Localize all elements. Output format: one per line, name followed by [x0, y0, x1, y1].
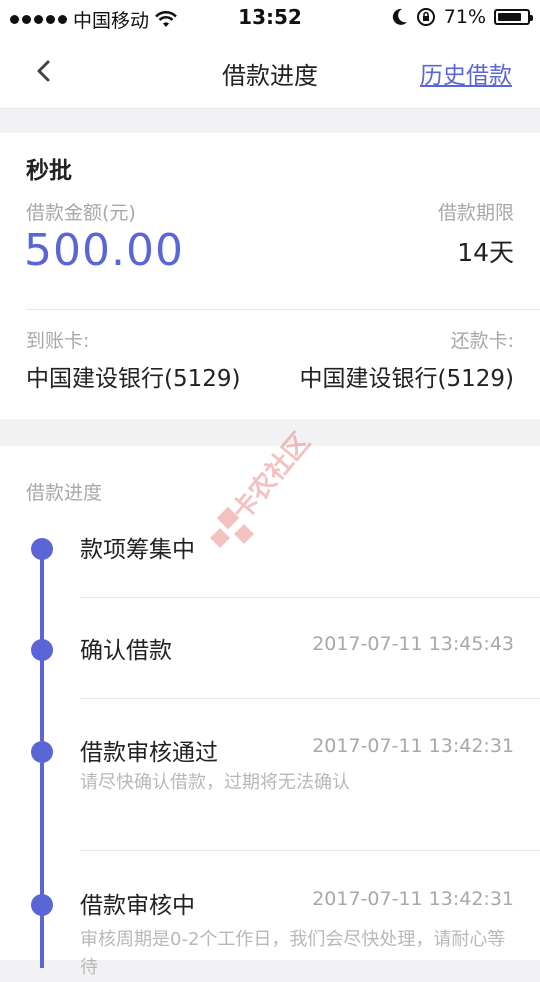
divider	[80, 597, 540, 598]
status-bar: 中国移动 13:52 71%	[0, 0, 540, 36]
term-label: 借款期限	[437, 202, 514, 224]
status-right: 71%	[392, 6, 533, 28]
step-note: 审核周期是0-2个工作日，我们会尽快处理，请耐心等待	[80, 929, 506, 978]
amount-label: 借款金额(元)	[26, 202, 136, 224]
repay-card-label: 还款卡:	[450, 330, 514, 352]
timeline-dot	[31, 639, 53, 661]
repay-card-value: 中国建设银行(5129)	[299, 366, 514, 392]
navigation-bar: 借款进度 历史借款	[0, 36, 540, 109]
loan-progress-card: 借款进度 款项筹集中 确认借款 2017-07-11 13:45:43 借款审核…	[0, 446, 540, 978]
receive-card-value: 中国建设银行(5129)	[26, 366, 241, 392]
step-time: 2017-07-11 13:42:31	[312, 888, 514, 910]
step-title: 借款审核中	[80, 893, 195, 919]
receive-card-label: 到账卡:	[26, 330, 90, 352]
step-time: 2017-07-11 13:42:31	[312, 735, 514, 757]
step-title: 借款审核通过	[80, 740, 218, 766]
divider	[80, 850, 540, 851]
step-title: 款项筹集中	[80, 537, 195, 563]
battery-percent: 71%	[443, 6, 486, 28]
orientation-lock-icon	[416, 8, 435, 26]
timeline-dot	[31, 894, 53, 916]
divider	[80, 698, 540, 699]
timeline-dot	[31, 741, 53, 763]
loan-summary-card: 秒批 借款金额(元) 500.00 借款期限 14天 到账卡: 中国建设银行(5…	[0, 133, 540, 419]
step-note: 请尽快确认借款，过期将无法确认	[80, 772, 350, 793]
divider	[26, 309, 540, 310]
term-value: 14天	[457, 238, 514, 267]
product-name: 秒批	[26, 158, 72, 184]
step-time: 2017-07-11 13:45:43	[312, 633, 514, 655]
history-loans-link[interactable]: 历史借款	[420, 56, 512, 90]
timeline-dot	[31, 538, 53, 560]
amount-value: 500.00	[24, 225, 184, 276]
progress-section-title: 借款进度	[26, 482, 103, 504]
step-title: 确认借款	[80, 638, 172, 664]
battery-icon	[494, 9, 533, 25]
moon-icon	[392, 8, 407, 25]
